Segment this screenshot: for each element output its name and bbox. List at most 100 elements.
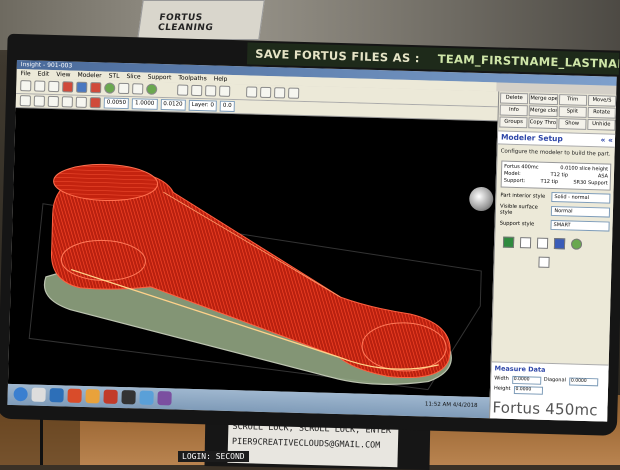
explorer-icon[interactable] (31, 387, 46, 402)
part-interior-row: Part interior style Solid - normal (500, 191, 611, 204)
measure-label: Width (494, 375, 509, 382)
visible-surface-row: Visible surface style Normal (499, 203, 611, 219)
support-style-select[interactable]: SMART (550, 219, 610, 232)
zoom-out-icon[interactable] (191, 84, 203, 97)
banner-pattern: TEAM_FIRSTNAME_LASTNAME_PROJEC (437, 51, 620, 73)
save-icon[interactable] (48, 80, 60, 93)
trim-button[interactable]: Trim (558, 94, 587, 106)
merge-closed-button[interactable]: Merge closed (528, 105, 558, 118)
flag-icon[interactable] (502, 236, 515, 248)
delete-button[interactable]: Delete (499, 92, 529, 105)
part-render (28, 163, 482, 391)
view-side-icon[interactable] (274, 87, 286, 99)
app-icon[interactable] (67, 388, 82, 403)
copy-through-z-button[interactable]: Copy Through Z (528, 117, 558, 130)
menu-stl[interactable]: STL (109, 72, 120, 81)
edit-icon[interactable] (47, 95, 59, 108)
menu-slice[interactable]: Slice (126, 72, 140, 81)
nav-controls: « « (600, 134, 614, 146)
show-button[interactable]: Show (557, 118, 587, 130)
slice-icon[interactable] (62, 81, 74, 93)
media-icon[interactable] (157, 391, 172, 406)
menu-edit[interactable]: Edit (38, 70, 50, 79)
forward-icon[interactable]: « (608, 136, 613, 145)
setup-icons-row2 (502, 256, 604, 270)
new-icon[interactable] (20, 80, 32, 92)
zoom-fit-icon[interactable] (205, 85, 217, 97)
slice-height-field[interactable]: 0.0050 (103, 97, 130, 110)
globe-icon[interactable] (146, 83, 158, 95)
clock-time: 11:52 AM (424, 401, 452, 409)
zoom-in-icon[interactable] (177, 84, 189, 96)
info-row: Support: T12 tip SR30 Support (504, 178, 608, 188)
menu-view[interactable]: View (56, 70, 70, 79)
insight-icon[interactable] (103, 389, 118, 404)
support-style-row: Support style SMART (499, 219, 610, 232)
system-clock: 11:52 AM 4/4/2018 (425, 401, 478, 408)
layers-icon[interactable] (519, 237, 532, 249)
desk-login-label: LOGIN: SECOND (178, 451, 249, 462)
3d-viewport[interactable] (7, 107, 498, 398)
chrome-icon[interactable] (139, 390, 154, 405)
layer-icon[interactable] (118, 82, 130, 95)
groups-button[interactable]: Groups (499, 116, 528, 129)
sticker-line: PIER9CREATIVECLOUDS@GMAIL.COM (231, 436, 381, 451)
visible-surface-select[interactable]: Normal (551, 205, 611, 218)
setting-label: Part interior style (500, 192, 546, 200)
zoom-window-icon[interactable] (219, 85, 231, 97)
unhide-button[interactable]: Unhide (586, 118, 616, 131)
measure-data-panel: Measure Data Width 0.0000 Diagonal 0.000… (490, 361, 610, 422)
browser-icon[interactable] (49, 388, 64, 403)
terminal-icon[interactable] (121, 390, 136, 405)
merge-open-button[interactable]: Merge open (529, 93, 558, 106)
measure-row: Height 0.0000 (491, 384, 609, 397)
folder-icon[interactable] (85, 389, 100, 404)
angle-field[interactable]: 0.0 (219, 100, 235, 113)
view-iso-icon[interactable] (287, 87, 300, 99)
rotate-button[interactable]: Rotate (587, 106, 616, 119)
setting-label: Visible surface style (499, 203, 538, 216)
banner-label: SAVE FORTUS FILES AS : (255, 46, 420, 66)
measure-label: Height (493, 385, 511, 392)
list-icon[interactable] (61, 96, 73, 108)
start-icon[interactable] (13, 387, 28, 402)
modeler-setup-title: Modeler Setup (500, 132, 563, 144)
view-icon[interactable] (132, 83, 144, 95)
info-tip: T12 tip (540, 178, 559, 186)
view-front-icon[interactable] (246, 86, 258, 98)
measure-value: 0.0000 (511, 375, 541, 385)
support-pattern-icon[interactable] (536, 237, 549, 249)
document-icon[interactable] (538, 256, 550, 268)
screen: Insight - 901-003 File Edit View Modeler… (7, 59, 617, 422)
info-button[interactable]: Info (499, 104, 529, 117)
stripes-icon[interactable] (75, 96, 87, 108)
wall-sign: FORTUS CLEANING (137, 0, 265, 40)
build-icon[interactable] (104, 82, 116, 94)
menu-file[interactable]: File (20, 69, 30, 78)
stack-icon[interactable] (553, 238, 566, 250)
layer-field[interactable]: Layer: 0 (188, 99, 218, 112)
menu-help[interactable]: Help (214, 74, 228, 83)
part-icon[interactable] (89, 97, 101, 109)
support-icon[interactable] (76, 81, 88, 93)
globe-icon[interactable] (570, 238, 583, 250)
select-icon[interactable] (19, 95, 31, 107)
printer-brand: Fortus 450mc (492, 398, 598, 420)
curve-icon[interactable] (33, 95, 45, 107)
right-panel: Delete Merge open Trim Move/S Info Merge… (489, 91, 617, 422)
setup-icons (502, 236, 605, 251)
toolpath-icon[interactable] (90, 82, 102, 94)
modeler-info-box: Fortus 400mc 0.0100 slice height Model: … (500, 160, 612, 191)
part-interior-select[interactable]: Solid - normal (551, 191, 611, 204)
split-button[interactable]: Split (558, 106, 587, 118)
back-icon[interactable]: « (601, 135, 606, 144)
modeler-setup-description: Configure the modeler to build the part. (500, 148, 611, 158)
open-icon[interactable] (34, 80, 46, 92)
measure-value: 0.0000 (568, 377, 599, 387)
width-field[interactable]: 0.0120 (160, 98, 186, 111)
move-button[interactable]: Move/S (587, 94, 617, 107)
scale-field[interactable]: 1.0000 (131, 98, 158, 110)
view-top-icon[interactable] (260, 86, 272, 99)
